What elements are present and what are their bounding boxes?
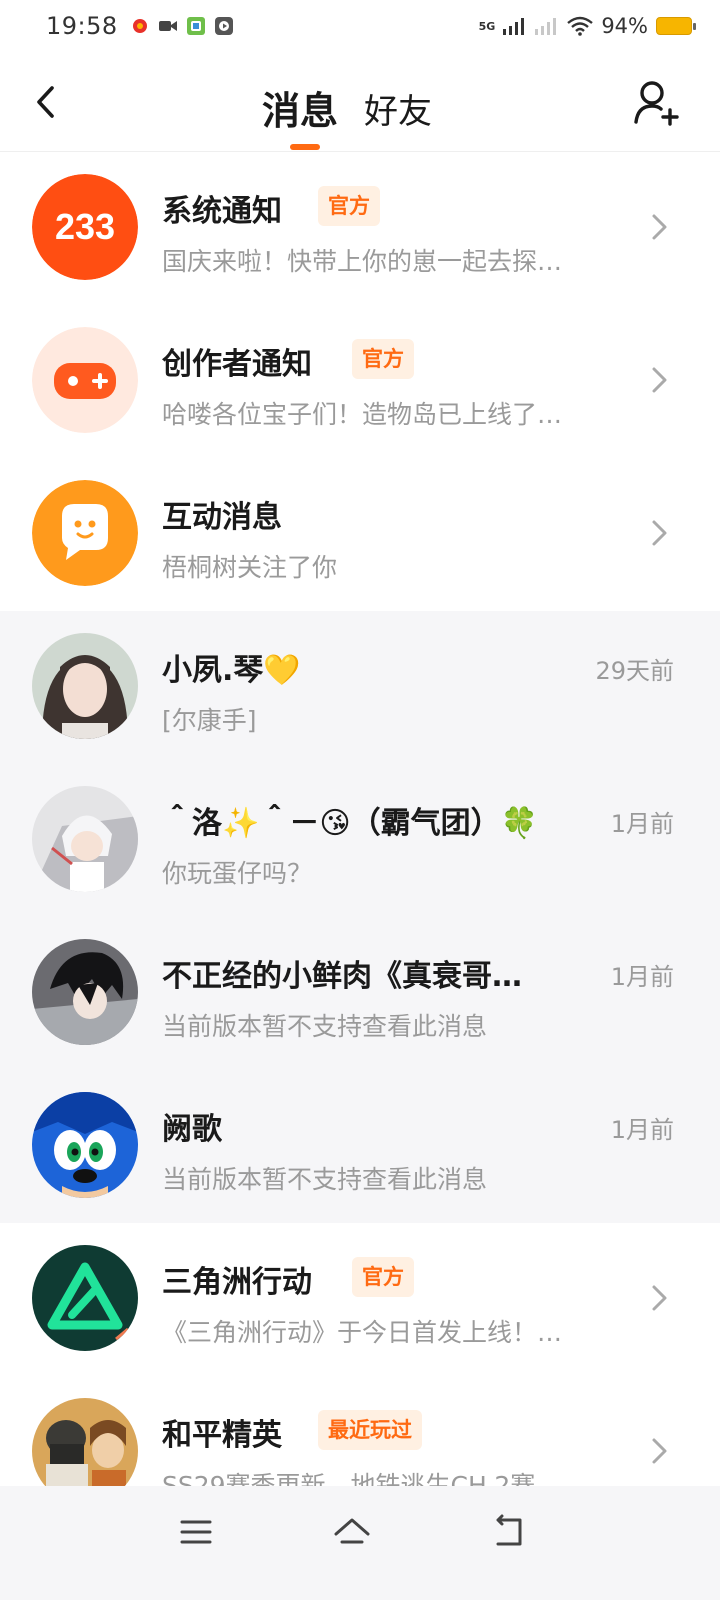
battery-icon (656, 17, 696, 35)
svg-text:233: 233 (55, 206, 115, 247)
row-preview: 国庆来啦！快带上你的崽一起去探… (162, 247, 563, 276)
chevron-right-icon (652, 1285, 667, 1311)
back-arrow-icon[interactable] (26, 80, 70, 124)
list-item-chat[interactable]: ＾洛✨＾－😘（霸气团）🍀 1月前 你玩蛋仔吗？ (0, 764, 720, 917)
game-app-icon (187, 17, 205, 35)
row-timestamp: 1月前 (610, 810, 674, 838)
official-badge: 官方 (318, 186, 380, 226)
signal-strength-icon (503, 18, 525, 35)
gamepad-plus-icon (32, 327, 138, 433)
row-preview: 梧桐树关注了你 (162, 553, 338, 582)
list-item-interaction-messages[interactable]: 互动消息 梧桐树关注了你 (0, 458, 720, 611)
row-preview: 哈喽各位宝子们！造物岛已上线了… (162, 400, 563, 429)
row-title: ＾洛✨＾－😘（霸气团）🍀 (162, 806, 538, 841)
recently-played-badge: 最近玩过 (318, 1410, 422, 1450)
home-icon[interactable] (330, 1510, 374, 1554)
row-title: 互动消息 (162, 500, 282, 535)
user-avatar-blue-hedgehog (32, 1092, 138, 1198)
status-bar: 19:58 5G 94% (0, 0, 720, 56)
chevron-right-icon (652, 367, 667, 393)
official-badge: 官方 (352, 1257, 414, 1297)
chevron-right-icon (652, 214, 667, 240)
row-timestamp: 29天前 (595, 657, 674, 685)
row-preview: 《三角洲行动》于今日首发上线！… (162, 1318, 563, 1347)
video-camera-icon (159, 21, 177, 31)
row-title: 创作者通知 (162, 347, 312, 382)
row-title: 不正经的小鲜肉《真衰哥… (162, 959, 522, 994)
list-item-system-notice[interactable]: 233 系统通知 官方 国庆来啦！快带上你的崽一起去探… (0, 152, 720, 305)
list-item-chat[interactable]: 阙歌 1月前 当前版本暂不支持查看此消息 (0, 1070, 720, 1223)
user-avatar-anime-dark-hair (32, 939, 138, 1045)
user-avatar-anime-white-hair (32, 786, 138, 892)
row-title: 和平精英 (162, 1418, 282, 1453)
menu-icon[interactable] (174, 1510, 218, 1554)
row-preview: 你玩蛋仔吗？ (162, 859, 313, 888)
add-friend-icon[interactable] (632, 78, 682, 128)
header: 消息 好友 (0, 56, 720, 152)
chevron-right-icon (652, 1438, 667, 1464)
row-title: 三角洲行动 (162, 1265, 312, 1300)
system-navigation-bar (0, 1486, 720, 1600)
list-item-chat[interactable]: 小夙.琴💛 29天前 [尔康手] (0, 611, 720, 764)
row-title: 小夙.琴💛 (162, 653, 301, 688)
list-item-creator-notice[interactable]: 创作者通知 官方 哈喽各位宝子们！造物岛已上线了… (0, 305, 720, 458)
delta-force-logo (32, 1245, 138, 1351)
user-avatar-girl (32, 633, 138, 739)
logo-233-icon: 233 (32, 174, 138, 280)
active-tab-indicator (290, 144, 320, 150)
wifi-icon (567, 16, 594, 36)
media-play-icon (215, 17, 233, 35)
row-preview: [尔康手] (162, 706, 257, 735)
back-icon[interactable] (488, 1510, 532, 1554)
notification-app-icon (133, 19, 147, 33)
tab-friends[interactable]: 好友 (364, 84, 432, 133)
row-preview: 当前版本暂不支持查看此消息 (162, 1012, 488, 1041)
row-preview: 当前版本暂不支持查看此消息 (162, 1165, 488, 1194)
message-list: 233 系统通知 官方 国庆来啦！快带上你的崽一起去探… 创作者通知 官方 哈喽… (0, 152, 720, 1529)
network-type: 5G (478, 19, 496, 33)
tab-messages[interactable]: 消息 (262, 80, 338, 135)
official-badge: 官方 (352, 339, 414, 379)
list-item-chat[interactable]: 不正经的小鲜肉《真衰哥… 1月前 当前版本暂不支持查看此消息 (0, 917, 720, 1070)
status-time: 19:58 (46, 12, 118, 40)
chevron-right-icon (652, 520, 667, 546)
row-timestamp: 1月前 (610, 963, 674, 991)
list-item-game-delta-force[interactable]: 三角洲行动 官方 《三角洲行动》于今日首发上线！… (0, 1223, 720, 1376)
signal-strength-secondary-icon (535, 18, 557, 35)
battery-percent: 94% (601, 14, 648, 38)
chat-bubble-face-icon (32, 480, 138, 586)
row-title: 系统通知 (162, 194, 282, 229)
row-title: 阙歌 (162, 1112, 222, 1147)
row-timestamp: 1月前 (610, 1116, 674, 1144)
